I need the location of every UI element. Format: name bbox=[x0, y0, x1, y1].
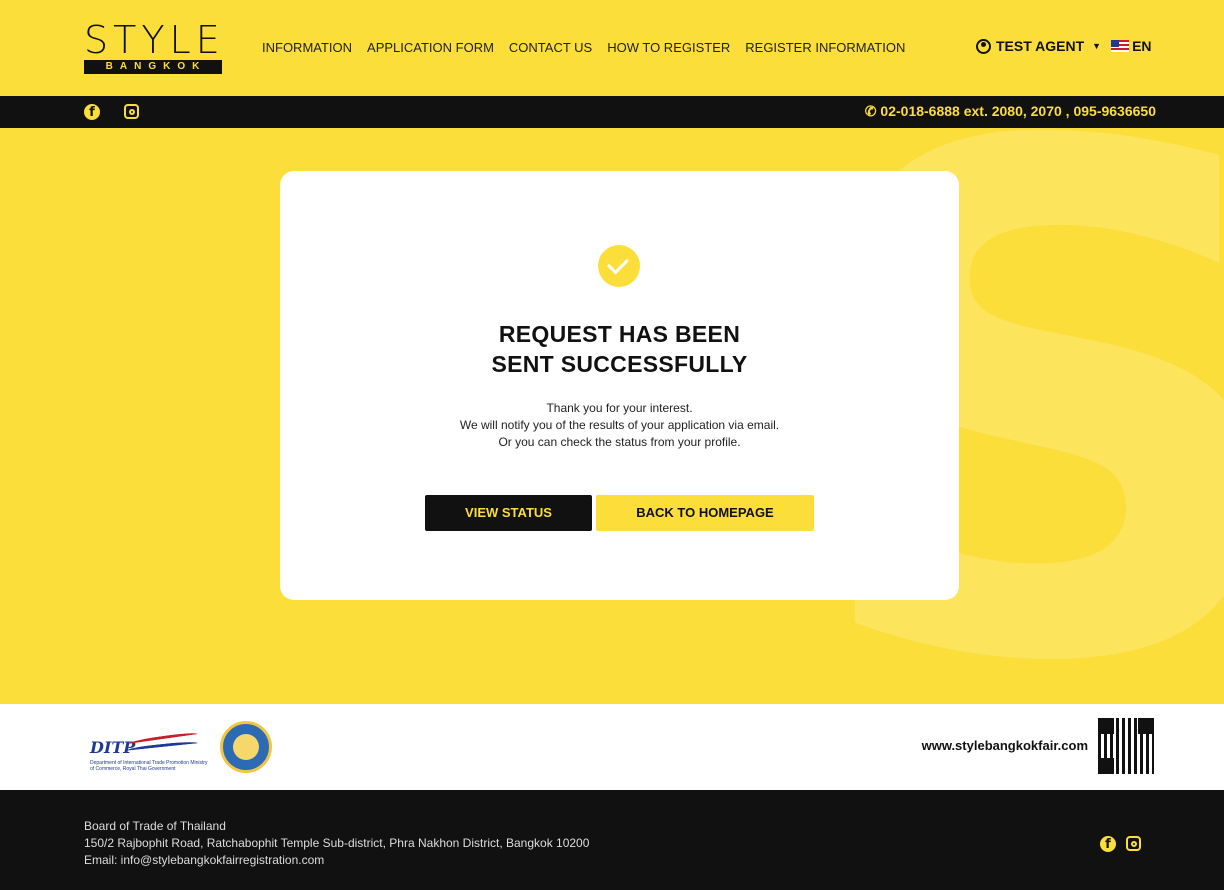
main-menu: INFORMATION APPLICATION FORM CONTACT US … bbox=[262, 40, 920, 55]
check-circle-icon bbox=[598, 245, 640, 287]
action-buttons: VIEW STATUS BACK TO HOMEPAGE bbox=[425, 495, 814, 531]
nav-contact-us[interactable]: CONTACT US bbox=[509, 40, 592, 55]
board-of-trade-seal bbox=[220, 721, 272, 773]
success-card: REQUEST HAS BEEN SENT SUCCESSFULLY Thank… bbox=[280, 171, 959, 600]
user-circle-icon bbox=[976, 38, 991, 54]
phone-number: 02-018-6888 ext. 2080, 2070 , 095-963665… bbox=[880, 103, 1156, 119]
title-line-1: REQUEST HAS BEEN bbox=[498, 321, 741, 347]
main-content: S REQUEST HAS BEEN SENT SUCCESSFULLY Tha… bbox=[0, 128, 1224, 704]
user-name: TEST AGENT bbox=[996, 38, 1085, 54]
us-flag-icon bbox=[1111, 40, 1130, 52]
partner-logos: DITP Department of International Trade P… bbox=[0, 704, 1224, 790]
facebook-icon[interactable]: f bbox=[84, 104, 100, 120]
success-message: Thank you for your interest. We will not… bbox=[280, 400, 959, 451]
message-line-2: We will notify you of the results of you… bbox=[459, 418, 780, 432]
ditp-logo: DITP Department of International Trade P… bbox=[90, 724, 208, 776]
user-menu[interactable]: TEST AGENT ▼ EN bbox=[976, 38, 1152, 54]
footer-instagram-icon[interactable] bbox=[1126, 836, 1141, 851]
qr-code-icon bbox=[1098, 718, 1154, 774]
phone-contact: ✆ 02-018-6888 ext. 2080, 2070 , 095-9636… bbox=[865, 103, 1156, 120]
footer-email[interactable]: Email: info@stylebangkokfairregistration… bbox=[84, 852, 589, 869]
nav-application-form[interactable]: APPLICATION FORM bbox=[367, 40, 494, 55]
ditp-logo-text: DITP bbox=[90, 738, 136, 757]
title-line-2: SENT SUCCESSFULLY bbox=[491, 351, 748, 377]
ditp-caption: Department of International Trade Promot… bbox=[90, 760, 208, 772]
nav-information[interactable]: INFORMATION bbox=[262, 40, 352, 55]
website-url[interactable]: www.stylebangkokfair.com bbox=[922, 738, 1088, 753]
footer-facebook-icon[interactable]: f bbox=[1100, 836, 1116, 852]
page: STYLE BANGKOK INFORMATION APPLICATION FO… bbox=[0, 0, 1224, 890]
site-footer: Board of Trade of Thailand 150/2 Rajboph… bbox=[0, 790, 1224, 890]
chevron-down-icon: ▼ bbox=[1092, 41, 1102, 51]
message-line-1: Thank you for your interest. bbox=[546, 401, 693, 415]
footer-org: Board of Trade of Thailand bbox=[84, 819, 226, 833]
phone-icon: ✆ bbox=[864, 103, 877, 119]
message-line-3: Or you can check the status from your pr… bbox=[498, 435, 741, 449]
nav-how-to-register[interactable]: HOW TO REGISTER bbox=[607, 40, 730, 55]
language-label[interactable]: EN bbox=[1132, 38, 1151, 54]
instagram-icon[interactable] bbox=[124, 104, 139, 119]
style-bangkok-logo[interactable]: STYLE BANGKOK bbox=[84, 18, 225, 78]
top-navigation: STYLE BANGKOK INFORMATION APPLICATION FO… bbox=[0, 0, 1224, 96]
logo-sub: BANGKOK bbox=[84, 60, 222, 74]
view-status-button[interactable]: VIEW STATUS bbox=[425, 495, 592, 531]
success-title: REQUEST HAS BEEN SENT SUCCESSFULLY bbox=[280, 319, 959, 379]
logo-word: STYLE bbox=[84, 18, 225, 62]
footer-street: 150/2 Rajbophit Road, Ratchabophit Templ… bbox=[84, 836, 590, 850]
back-to-homepage-button[interactable]: BACK TO HOMEPAGE bbox=[596, 495, 814, 531]
footer-address: Board of Trade of Thailand 150/2 Rajboph… bbox=[84, 818, 589, 869]
nav-register-information[interactable]: REGISTER INFORMATION bbox=[745, 40, 905, 55]
info-bar: f ✆ 02-018-6888 ext. 2080, 2070 , 095-96… bbox=[0, 96, 1224, 128]
